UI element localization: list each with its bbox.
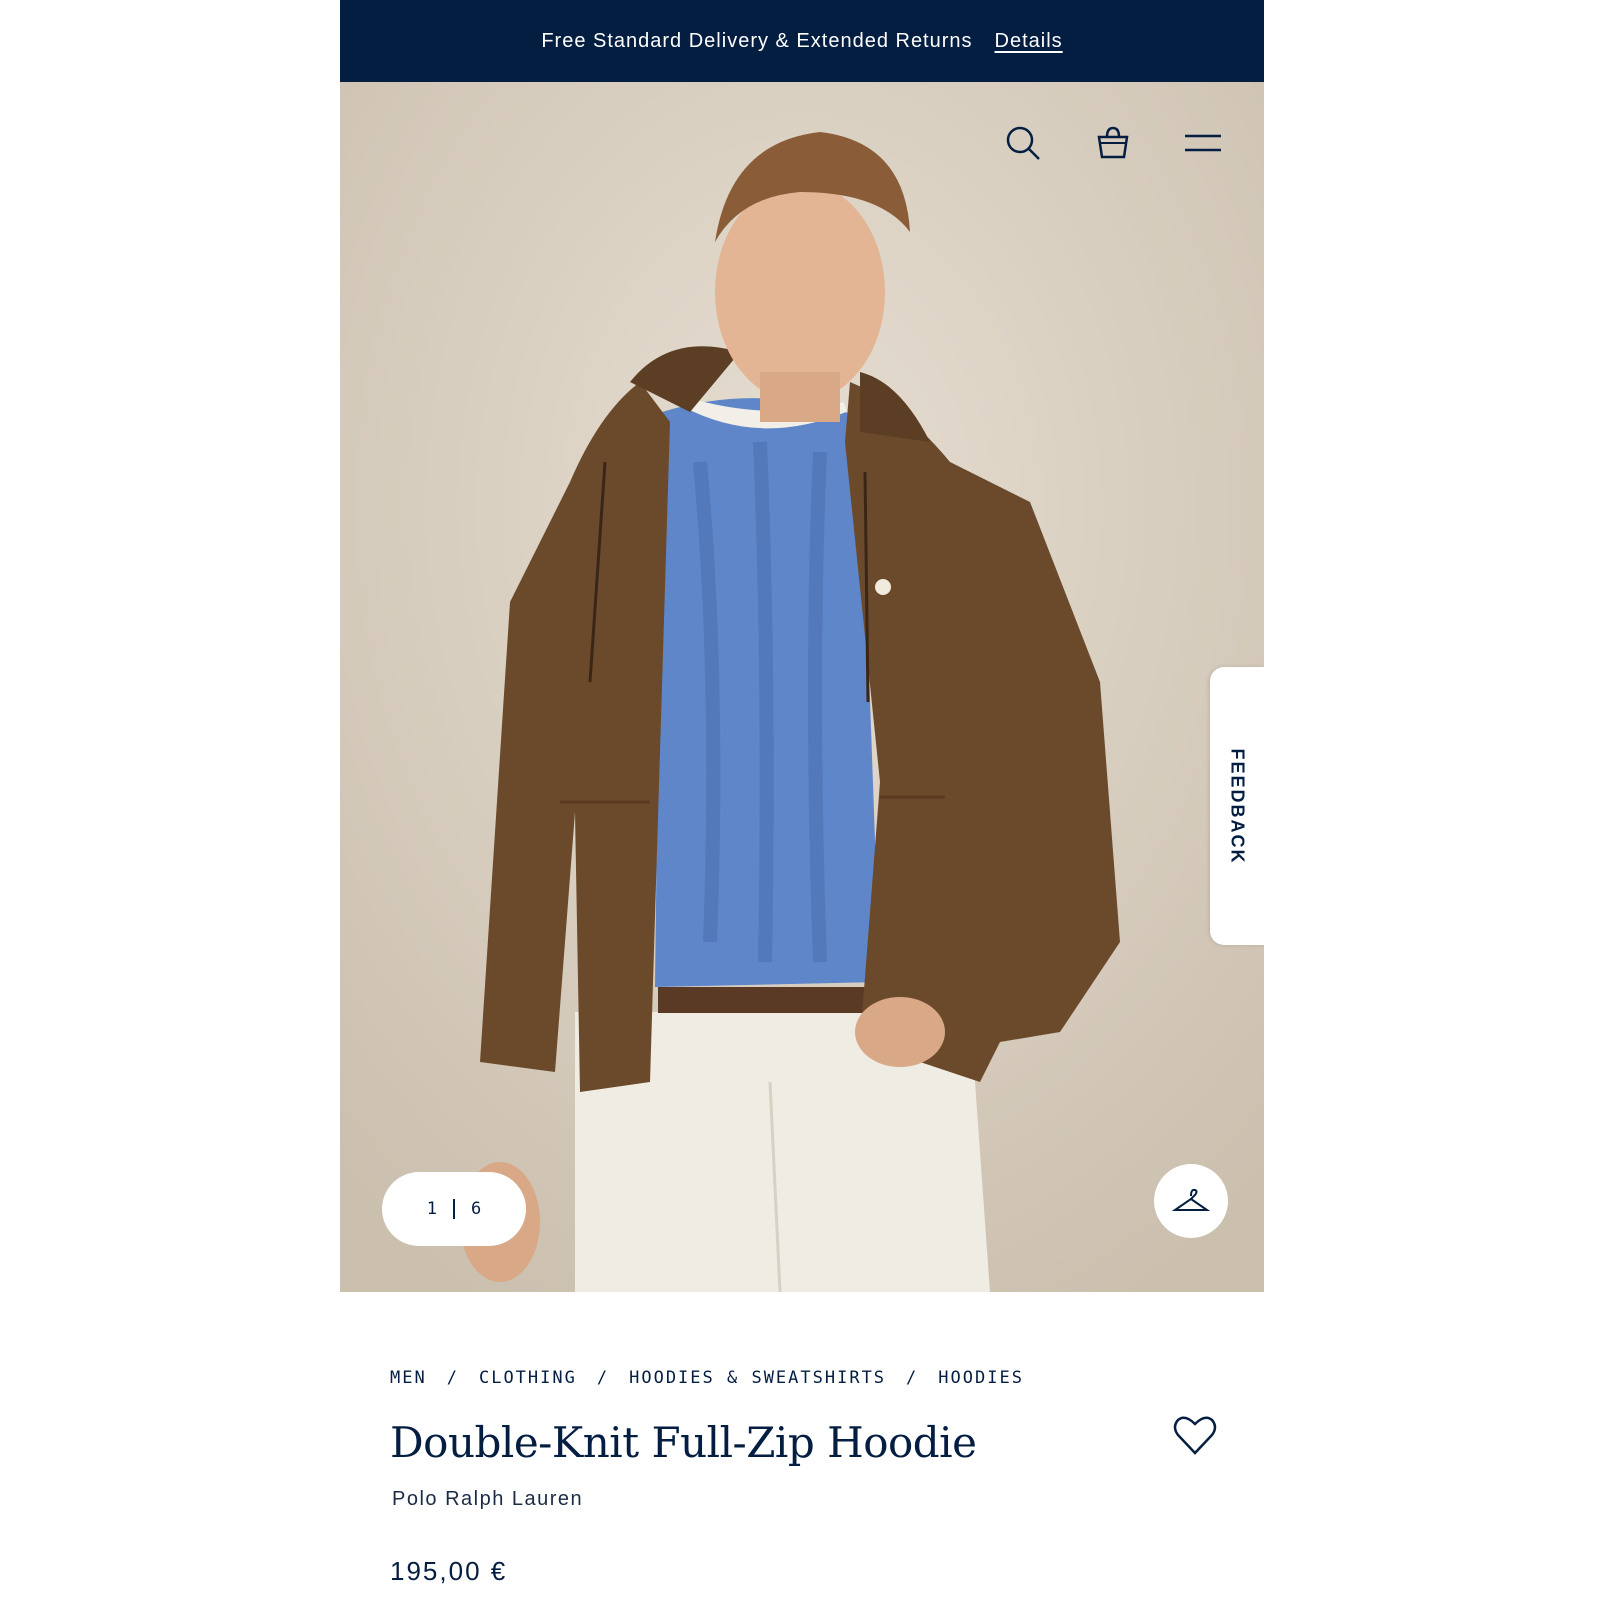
breadcrumb-separator: / [446,1368,459,1388]
menu-icon[interactable] [1182,122,1224,164]
search-icon[interactable] [1002,122,1044,164]
breadcrumb-clothing[interactable]: CLOTHING [479,1368,577,1388]
hanger-icon[interactable] [1154,1164,1228,1238]
promo-details-link[interactable]: Details [995,30,1063,53]
product-brand: Polo Ralph Lauren [392,1488,584,1510]
feedback-tab[interactable]: FEEDBACK [1210,667,1264,945]
breadcrumb: MEN / CLOTHING / HOODIES & SWEATSHIRTS /… [390,1368,1024,1388]
promo-text: Free Standard Delivery & Extended Return… [541,29,973,52]
heart-icon[interactable] [1170,1410,1220,1460]
pager-current: 1 [426,1199,437,1219]
product-page: Free Standard Delivery & Extended Return… [340,0,1264,1600]
breadcrumb-hoodies-sweatshirts[interactable]: HOODIES & SWEATSHIRTS [629,1368,886,1388]
pager-total: 6 [471,1199,482,1219]
product-title: Double-Knit Full-Zip Hoodie [390,1418,977,1467]
feedback-label: FEEDBACK [1227,747,1248,865]
product-image-gallery[interactable]: FEEDBACK 1 6 [340,82,1264,1292]
pager-divider [453,1199,455,1219]
breadcrumb-men[interactable]: MEN [390,1368,427,1388]
promo-banner: Free Standard Delivery & Extended Return… [340,0,1264,82]
image-pager: 1 6 [382,1172,526,1246]
breadcrumb-separator: / [596,1368,610,1388]
product-price: 195,00 € [390,1556,508,1586]
shopping-bag-icon[interactable] [1092,122,1134,164]
header-icons [1002,122,1224,164]
product-photo [340,82,1264,1292]
breadcrumb-separator: / [906,1368,919,1388]
breadcrumb-hoodies[interactable]: HOODIES [938,1368,1024,1388]
